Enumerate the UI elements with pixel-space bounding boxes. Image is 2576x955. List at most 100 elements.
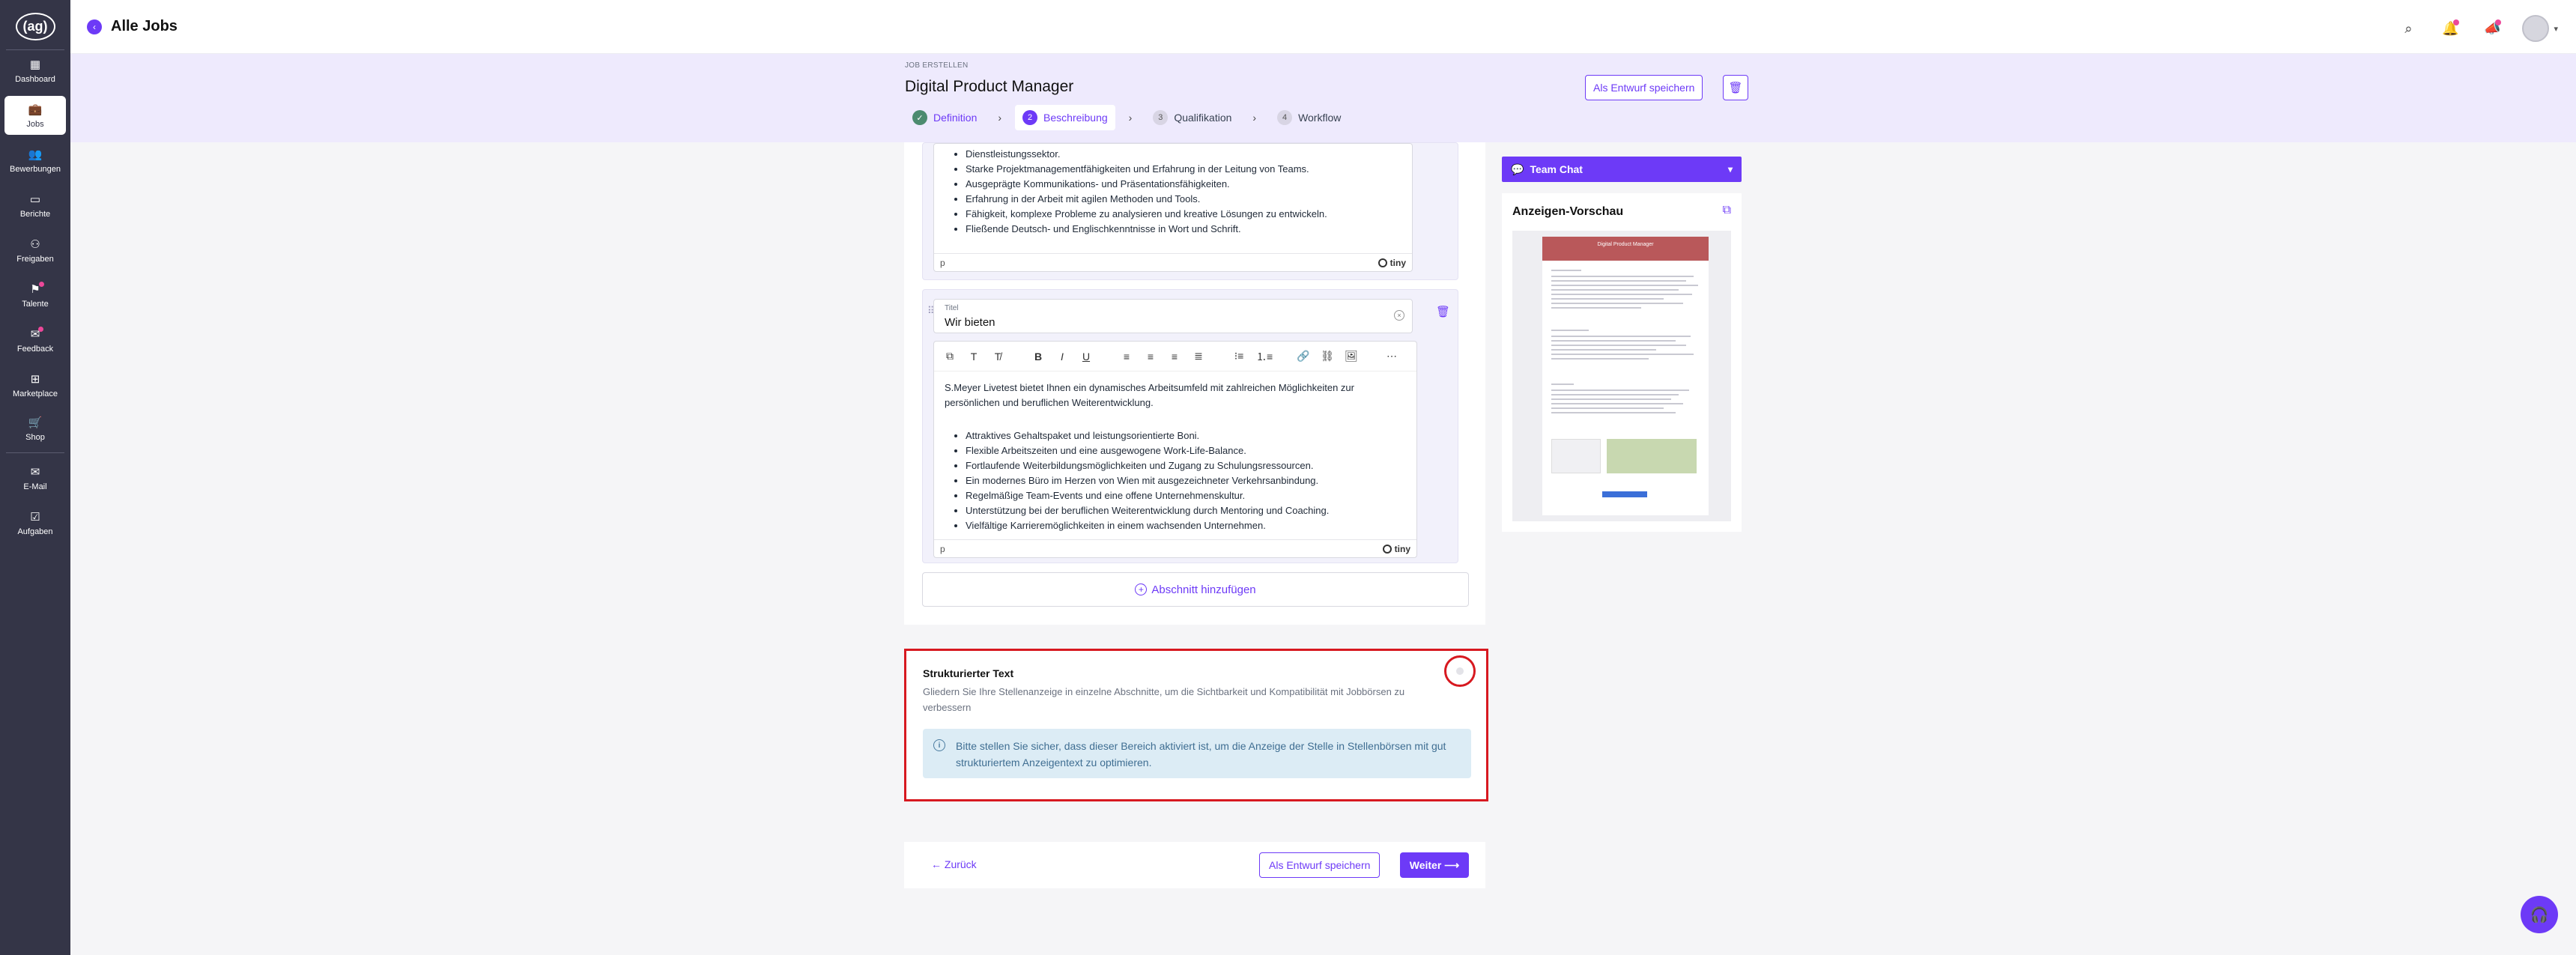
sidebar-item-feedback[interactable]: ✉ Feedback xyxy=(4,321,66,360)
step-workflow[interactable]: 4 Workflow xyxy=(1270,105,1348,130)
notification-dot xyxy=(38,281,44,287)
preview-frame[interactable]: Digital Product Manager xyxy=(1512,231,1731,521)
rich-text-editor[interactable]: ⧉ T T̸ B I U ≡ ≡ ≡ ≣ ⁝≡ ⒈≡ 🔗 ⛓ 🖼 ⋯ S.Mey… xyxy=(933,341,1417,558)
chevron-down-icon[interactable]: ▾ xyxy=(2554,24,2558,34)
add-section-button[interactable]: + Abschnitt hinzufügen xyxy=(922,572,1469,607)
top-bar: ‹ Alle Jobs ⌕ 🔔 📣 ▾ xyxy=(70,0,2576,54)
align-justify-icon[interactable]: ≣ xyxy=(1192,350,1205,363)
sidebar-item-email[interactable]: ✉ E-Mail xyxy=(4,458,66,497)
preview-apply-button xyxy=(1602,491,1647,497)
bullet-list-icon[interactable]: ⁝≡ xyxy=(1232,350,1246,363)
tiny-logo[interactable]: tiny xyxy=(1378,258,1406,268)
unlink-icon[interactable]: ⛓ xyxy=(1321,350,1334,363)
sidebar-item-shop[interactable]: 🛒 Shop xyxy=(4,409,66,448)
talent-icon: ⚑ xyxy=(30,281,44,297)
list-item: Starke Projektmanagementfähigkeiten und … xyxy=(966,162,1412,177)
sidebar-divider xyxy=(6,452,64,453)
sidebar-item-jobs[interactable]: 💼 Jobs xyxy=(4,96,66,135)
sidebar-item-aufgaben[interactable]: ☑ Aufgaben xyxy=(4,503,66,542)
list-item: Vielfältige Karrieremöglichkeiten in ein… xyxy=(966,518,1329,533)
preview-line xyxy=(1551,336,1691,337)
list-item: Ein modernes Büro im Herzen von Wien mit… xyxy=(966,473,1329,488)
image-icon[interactable]: 🖼 xyxy=(1345,350,1358,363)
users-icon: 👥 xyxy=(28,148,43,161)
field-label: Titel xyxy=(945,304,959,312)
back-circle-icon[interactable]: ‹ xyxy=(87,19,102,34)
section-wir-bieten: ⠿ 🗑 Titel Wir bieten × ⧉ T T̸ B I U ≡ ≡ … xyxy=(922,289,1458,563)
trash-icon[interactable]: 🗑 xyxy=(1436,305,1450,318)
stepper: ✓ Definition › 2 Beschreibung › 3 Qualif… xyxy=(905,105,1348,130)
sidebar-item-dashboard[interactable]: ▦ Dashboard xyxy=(4,51,66,90)
italic-icon[interactable]: I xyxy=(1055,351,1069,363)
field-value: Wir bieten xyxy=(945,316,995,329)
page-title: Alle Jobs xyxy=(111,18,178,34)
highlight-ring xyxy=(1444,655,1476,687)
save-draft-button[interactable]: Als Entwurf speichern xyxy=(1259,852,1381,878)
structured-text-card: Strukturierter Text Gliedern Sie Ihre St… xyxy=(904,649,1488,801)
structured-text-toggle[interactable] xyxy=(1456,667,1464,675)
sidebar-item-label: Marketplace xyxy=(13,389,58,398)
align-right-icon[interactable]: ≡ xyxy=(1168,351,1181,363)
preview-line xyxy=(1551,303,1683,304)
list-item: Fließende Deutsch- und Englischkenntniss… xyxy=(966,222,1412,237)
copy-icon[interactable]: ⧉ xyxy=(943,350,957,363)
sidebar-item-bewerbungen[interactable]: 👥 Bewerbungen xyxy=(4,141,66,180)
search-icon[interactable]: ⌕ xyxy=(2396,16,2420,40)
bullet-list: Dienstleistungssektor. Starke Projektman… xyxy=(966,147,1412,237)
bell-icon[interactable]: 🔔 xyxy=(2438,16,2462,40)
clear-icon[interactable]: × xyxy=(1394,310,1404,321)
tiny-logo[interactable]: tiny xyxy=(1382,544,1410,554)
underline-icon[interactable]: U xyxy=(1079,351,1093,363)
bullet-list: Attraktives Gehaltspaket und leistungsor… xyxy=(966,428,1329,533)
sidebar-item-talente[interactable]: ⚑ Talente xyxy=(4,276,66,315)
breadcrumb: JOB ERSTELLEN xyxy=(905,61,969,70)
rich-text-editor[interactable]: Dienstleistungssektor. Starke Projektman… xyxy=(933,143,1413,272)
avatar[interactable] xyxy=(2522,15,2550,42)
align-left-icon[interactable]: ≡ xyxy=(1120,351,1133,363)
align-center-icon[interactable]: ≡ xyxy=(1144,351,1157,363)
step-number: 4 xyxy=(1277,110,1293,125)
text-format-icon[interactable]: T xyxy=(967,351,981,363)
form-footer: ← Zurück Als Entwurf speichern Weiter ⟶ xyxy=(904,842,1485,888)
trash-icon: 🗑 xyxy=(1728,82,1743,94)
list-item: Erfahrung in der Arbeit mit agilen Metho… xyxy=(966,192,1412,207)
bold-icon[interactable]: B xyxy=(1031,351,1045,363)
back-button[interactable]: ← Zurück xyxy=(931,858,977,870)
clear-format-icon[interactable]: T̸ xyxy=(991,351,1004,363)
delete-job-button[interactable]: 🗑 xyxy=(1723,75,1748,100)
preview-line xyxy=(1551,354,1694,355)
editor-toolbar: ⧉ T T̸ B I U ≡ ≡ ≡ ≣ ⁝≡ ⒈≡ 🔗 ⛓ 🖼 ⋯ xyxy=(934,342,1416,372)
job-header: JOB ERSTELLEN Digital Product Manager Al… xyxy=(70,54,2576,142)
tiny-label: tiny xyxy=(1389,257,1406,268)
more-icon[interactable]: ⋯ xyxy=(1385,350,1398,363)
element-path: p xyxy=(940,257,945,268)
sidebar-item-marketplace[interactable]: ⊞ Marketplace xyxy=(4,366,66,404)
step-beschreibung[interactable]: 2 Beschreibung xyxy=(1015,105,1115,130)
numbered-list-icon[interactable]: ⒈≡ xyxy=(1256,349,1273,364)
support-chat-button[interactable]: 🎧 xyxy=(2521,896,2558,933)
element-path: p xyxy=(940,543,945,554)
sidebar-item-freigaben[interactable]: ⚇ Freigaben xyxy=(4,231,66,270)
step-qualifikation[interactable]: 3 Qualifikation xyxy=(1145,105,1239,130)
next-button[interactable]: Weiter ⟶ xyxy=(1400,852,1469,878)
app-logo[interactable]: (ag) xyxy=(0,7,70,45)
megaphone-icon[interactable]: 📣 xyxy=(2480,16,2504,40)
sidebar-item-berichte[interactable]: ▭ Berichte xyxy=(4,186,66,225)
structured-text-title: Strukturierter Text xyxy=(923,667,1014,679)
headset-icon: 🎧 xyxy=(2530,906,2549,924)
feedback-icon: ✉ xyxy=(31,326,44,342)
share-icon: ⚇ xyxy=(30,237,40,251)
preview-line xyxy=(1551,389,1689,391)
chevron-down-icon: ▾ xyxy=(1727,164,1733,175)
section-title-field[interactable]: Titel Wir bieten × xyxy=(933,299,1413,333)
step-definition[interactable]: ✓ Definition xyxy=(905,105,984,130)
sidebar-item-label: Berichte xyxy=(19,209,51,219)
external-link-icon[interactable]: ⧉ xyxy=(1723,204,1731,217)
list-item: Unterstützung bei der beruflichen Weiter… xyxy=(966,503,1329,518)
team-chat-bar[interactable]: 💬 Team Chat ▾ xyxy=(1502,157,1742,182)
link-icon[interactable]: 🔗 xyxy=(1297,350,1310,363)
add-section-label: Abschnitt hinzufügen xyxy=(1151,583,1256,596)
sidebar-item-label: Feedback xyxy=(16,344,54,354)
save-draft-button[interactable]: Als Entwurf speichern xyxy=(1585,75,1703,100)
preview-line xyxy=(1551,345,1686,346)
